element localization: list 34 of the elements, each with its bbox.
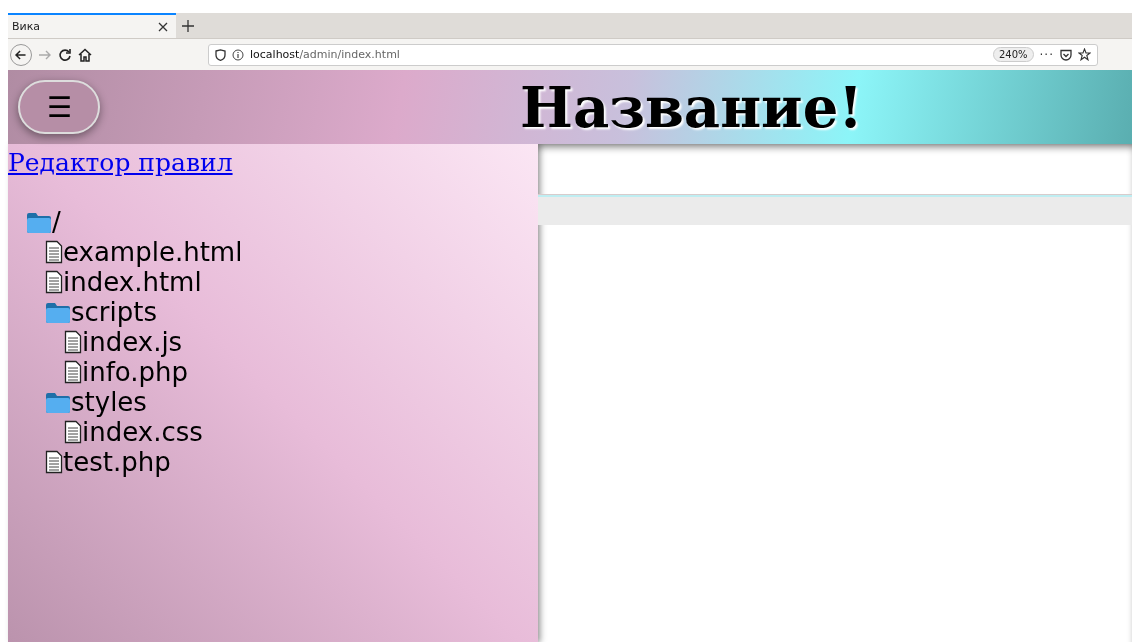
rule-editor-link[interactable]: Редактор правил [8,148,233,177]
document-icon [64,360,82,384]
file-name[interactable]: index.js [82,327,183,357]
document-icon [45,450,63,474]
page-title: Название! [520,74,863,140]
folder-icon [45,302,71,324]
pocket-icon[interactable] [1060,48,1072,61]
document-icon [45,240,63,264]
close-icon[interactable] [158,21,168,32]
address-bar[interactable]: localhost/admin/index.html 240% ··· [208,43,1098,66]
folder-icon [26,212,52,234]
folder-icon [45,392,71,414]
page-actions-glyph[interactable]: ··· [1039,47,1054,62]
document-icon [64,330,82,354]
browser-tab[interactable]: Вика [8,13,176,38]
file-name[interactable]: test.php [63,447,171,477]
zoom-level[interactable]: 240% [992,47,1034,62]
home-icon[interactable] [78,47,92,62]
document-icon [64,420,82,444]
file-name[interactable]: info.php [82,357,189,387]
info-icon [232,48,244,61]
folder-name[interactable]: scripts [71,297,157,327]
reload-icon[interactable] [58,47,72,62]
file-name[interactable]: index.html [63,267,202,297]
menu-button[interactable]: ☰ [18,80,100,134]
file-name[interactable]: index.css [82,417,203,447]
url-text: localhost/admin/index.html [250,48,401,61]
new-tab-icon[interactable] [182,19,194,32]
file-name[interactable]: example.html [63,237,243,267]
document-icon [45,270,63,294]
folder-name[interactable]: styles [71,387,147,417]
shield-icon [215,48,226,61]
folder-name[interactable]: / [52,207,61,237]
star-icon[interactable] [1078,48,1091,61]
